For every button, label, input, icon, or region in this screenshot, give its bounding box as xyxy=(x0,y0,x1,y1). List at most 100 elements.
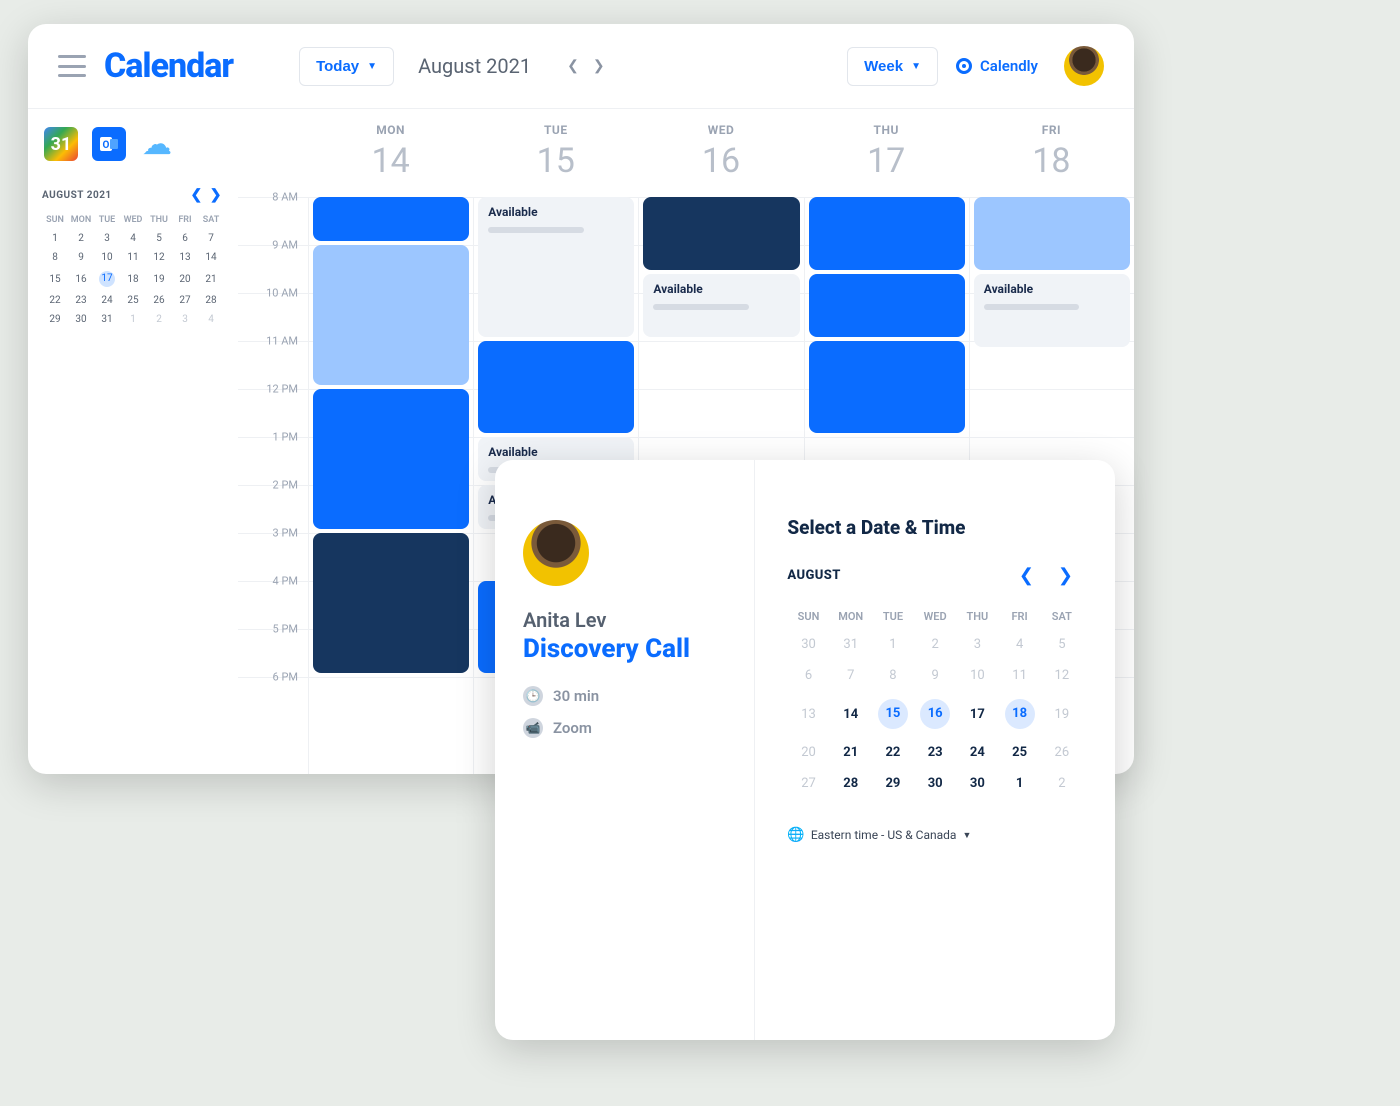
mini-day[interactable]: 14 xyxy=(198,248,224,267)
mini-day[interactable]: 4 xyxy=(120,229,146,248)
day-column[interactable] xyxy=(308,197,473,774)
hour-label: 8 AM xyxy=(238,191,308,204)
popup-day[interactable]: 5 xyxy=(1041,629,1083,660)
mini-day[interactable]: 26 xyxy=(146,291,172,310)
mini-day[interactable]: 29 xyxy=(42,310,68,329)
mini-day[interactable]: 28 xyxy=(198,291,224,310)
mini-next-icon[interactable]: ❯ xyxy=(208,187,224,203)
popup-day[interactable]: 11 xyxy=(998,660,1040,691)
popup-day[interactable]: 28 xyxy=(830,768,872,799)
mini-day[interactable]: 7 xyxy=(198,229,224,248)
mini-day[interactable]: 13 xyxy=(172,248,198,267)
mini-day[interactable]: 31 xyxy=(94,310,120,329)
google-calendar-icon[interactable]: 31 xyxy=(44,127,78,161)
calendar-event[interactable] xyxy=(313,389,469,529)
mini-day[interactable]: 8 xyxy=(42,248,68,267)
calendar-event[interactable] xyxy=(313,197,469,241)
mini-day[interactable]: 3 xyxy=(172,310,198,329)
popup-day[interactable]: 18 xyxy=(998,691,1040,737)
mini-day[interactable]: 6 xyxy=(172,229,198,248)
popup-day[interactable]: 15 xyxy=(872,691,914,737)
mini-day[interactable]: 11 xyxy=(120,248,146,267)
popup-day[interactable]: 29 xyxy=(872,768,914,799)
popup-day[interactable]: 25 xyxy=(998,737,1040,768)
popup-day[interactable]: 26 xyxy=(1041,737,1083,768)
mini-day[interactable]: 10 xyxy=(94,248,120,267)
popup-day[interactable]: 6 xyxy=(787,660,829,691)
popup-day[interactable]: 30 xyxy=(956,768,998,799)
mini-day[interactable]: 21 xyxy=(198,267,224,291)
mini-day[interactable]: 25 xyxy=(120,291,146,310)
mini-day[interactable]: 9 xyxy=(68,248,94,267)
mini-day[interactable]: 17 xyxy=(94,267,120,291)
outlook-icon[interactable]: O xyxy=(92,127,126,161)
popup-day[interactable]: 7 xyxy=(830,660,872,691)
calendar-event[interactable] xyxy=(313,245,469,385)
popup-day[interactable]: 30 xyxy=(914,768,956,799)
popup-day[interactable]: 13 xyxy=(787,691,829,737)
popup-day[interactable]: 22 xyxy=(872,737,914,768)
popup-day[interactable]: 10 xyxy=(956,660,998,691)
avatar[interactable] xyxy=(1064,46,1104,86)
mini-day[interactable]: 18 xyxy=(120,267,146,291)
popup-day[interactable]: 19 xyxy=(1041,691,1083,737)
mini-day[interactable]: 27 xyxy=(172,291,198,310)
popup-day[interactable]: 4 xyxy=(998,629,1040,660)
mini-day[interactable]: 12 xyxy=(146,248,172,267)
mini-day[interactable]: 30 xyxy=(68,310,94,329)
next-period-icon[interactable]: ❯ xyxy=(589,56,609,76)
popup-day[interactable]: 1 xyxy=(998,768,1040,799)
popup-day[interactable]: 23 xyxy=(914,737,956,768)
mini-day[interactable]: 15 xyxy=(42,267,68,291)
available-slot[interactable]: Available xyxy=(643,274,799,337)
calendar-event[interactable] xyxy=(974,197,1130,270)
popup-day[interactable]: 12 xyxy=(1041,660,1083,691)
popup-day[interactable]: 24 xyxy=(956,737,998,768)
popup-day[interactable]: 2 xyxy=(1041,768,1083,799)
mini-day[interactable]: 1 xyxy=(42,229,68,248)
available-slot[interactable]: Available xyxy=(974,274,1130,347)
popup-day[interactable]: 20 xyxy=(787,737,829,768)
mini-day[interactable]: 1 xyxy=(120,310,146,329)
calendar-event[interactable] xyxy=(809,274,965,337)
mini-day[interactable]: 23 xyxy=(68,291,94,310)
popup-next-month-icon[interactable]: ❯ xyxy=(1048,565,1083,586)
view-button[interactable]: Week ▼ xyxy=(847,47,938,86)
mini-day[interactable]: 20 xyxy=(172,267,198,291)
calendar-event[interactable] xyxy=(478,341,634,433)
mini-day[interactable]: 22 xyxy=(42,291,68,310)
popup-day[interactable]: 1 xyxy=(872,629,914,660)
popup-day[interactable]: 31 xyxy=(830,629,872,660)
popup-day[interactable]: 17 xyxy=(956,691,998,737)
mini-day[interactable]: 16 xyxy=(68,267,94,291)
popup-day[interactable]: 9 xyxy=(914,660,956,691)
prev-period-icon[interactable]: ❮ xyxy=(563,56,583,76)
mini-day[interactable]: 24 xyxy=(94,291,120,310)
popup-day[interactable]: 16 xyxy=(914,691,956,737)
mini-day[interactable]: 19 xyxy=(146,267,172,291)
popup-day[interactable]: 8 xyxy=(872,660,914,691)
popup-day[interactable]: 2 xyxy=(914,629,956,660)
calendar-event[interactable] xyxy=(643,197,799,270)
available-slot[interactable]: Available xyxy=(478,197,634,337)
mini-day[interactable]: 2 xyxy=(68,229,94,248)
popup-day[interactable]: 27 xyxy=(787,768,829,799)
popup-day[interactable]: 21 xyxy=(830,737,872,768)
popup-day[interactable]: 30 xyxy=(787,629,829,660)
mini-day[interactable]: 2 xyxy=(146,310,172,329)
mini-prev-icon[interactable]: ❮ xyxy=(189,187,205,203)
timezone-picker[interactable]: 🌐 Eastern time - US & Canada ▼ xyxy=(787,827,1083,843)
popup-prev-month-icon[interactable]: ❮ xyxy=(1009,565,1044,586)
popup-day[interactable]: 3 xyxy=(956,629,998,660)
icloud-icon[interactable]: ☁ xyxy=(140,127,174,161)
mini-day[interactable]: 4 xyxy=(198,310,224,329)
brand-badge[interactable]: Calendly xyxy=(956,57,1038,75)
menu-icon[interactable] xyxy=(58,55,86,77)
calendar-event[interactable] xyxy=(809,341,965,433)
calendar-event[interactable] xyxy=(809,197,965,270)
today-button[interactable]: Today ▼ xyxy=(299,47,394,86)
calendar-event[interactable] xyxy=(313,533,469,673)
mini-day[interactable]: 3 xyxy=(94,229,120,248)
mini-day[interactable]: 5 xyxy=(146,229,172,248)
popup-day[interactable]: 14 xyxy=(830,691,872,737)
